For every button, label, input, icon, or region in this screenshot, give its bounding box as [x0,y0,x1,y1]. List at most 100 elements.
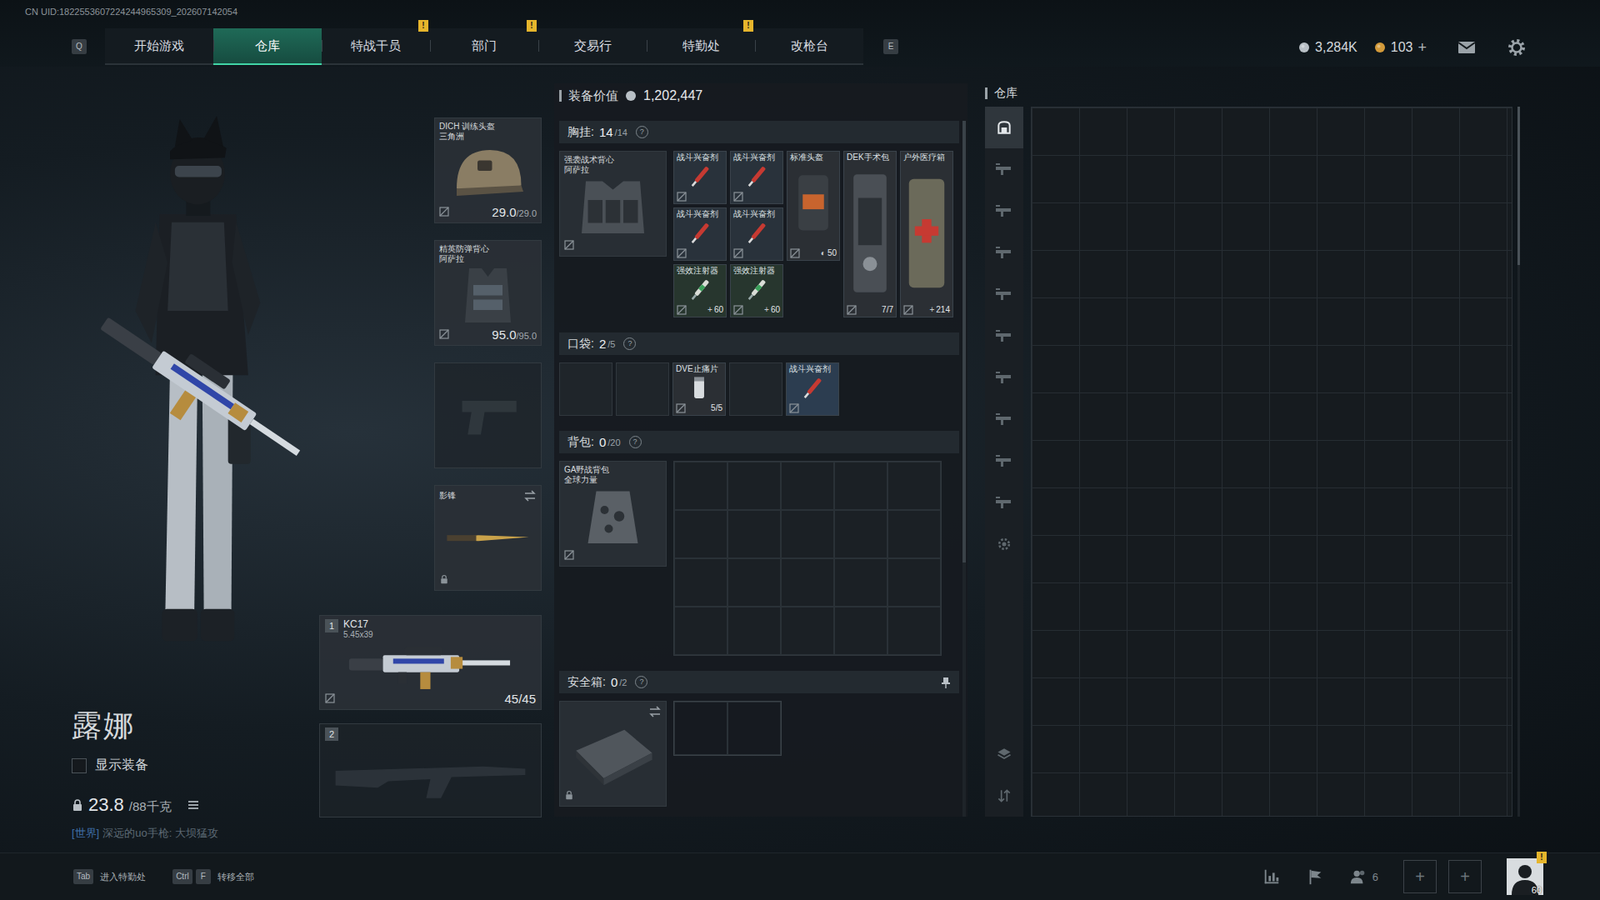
lock-icon [439,574,450,585]
help-button[interactable]: ? [623,337,636,350]
sort-button[interactable] [985,775,1024,817]
empty-slot[interactable] [674,701,728,755]
chat-line[interactable]: [世界]深远的uo手枪: 大坝猛攻 [71,825,320,841]
alert-badge: ! [1536,851,1547,864]
show-gear-checkbox[interactable]: 显示装备 [71,756,320,775]
weapon-category-icon [994,494,1015,511]
inventory-item[interactable]: 强效注射器+60 [673,264,727,318]
empty-slot[interactable] [729,362,783,416]
category-filter[interactable] [985,398,1024,440]
empty-slot[interactable] [887,558,941,607]
nav-tab[interactable]: 特战干员! [321,28,430,64]
weapon-slot[interactable]: 1KC175.45x3945/45 [319,615,542,710]
category-filter[interactable] [985,106,1024,149]
nav-tab[interactable]: 仓库 [213,28,322,65]
empty-slot[interactable] [727,606,781,655]
category-filter[interactable] [985,148,1024,190]
inventory-item[interactable]: 战斗兴奋剂 [673,207,727,261]
empty-slot[interactable] [834,606,888,655]
help-button[interactable]: ? [635,675,648,689]
safe-box-slot[interactable] [559,700,667,807]
nav-tab[interactable]: 改枪台 [755,28,864,64]
chest-rig-slot[interactable]: 强袭战术背心阿萨拉 [559,150,667,257]
inventory-item[interactable]: DEK手术包7/7 [843,150,897,318]
next-tab-key[interactable]: E [883,39,899,55]
empty-slot[interactable] [834,461,888,510]
backpack-slot[interactable]: GA野战背包全球力量 [559,460,667,567]
key-hint[interactable]: CtrlF转移全部 [172,865,261,888]
category-filter[interactable] [985,356,1024,399]
inventory-item[interactable]: 强效注射器+60 [730,264,784,318]
category-filter[interactable] [985,231,1024,274]
inventory-item[interactable]: 战斗兴奋剂 [785,362,840,416]
inventory-item[interactable]: DVE止痛片5/5 [672,362,726,416]
empty-slot[interactable] [727,510,781,559]
category-filter[interactable] [985,273,1024,315]
helmet-slot[interactable]: DICH 训练头盔三角洲29.0/29.0 [434,117,542,224]
warehouse-grid[interactable] [1030,106,1513,817]
pin-icon[interactable] [940,676,951,689]
nav-tab[interactable]: 部门! [430,28,539,64]
empty-slot[interactable] [887,510,941,559]
empty-slot[interactable] [780,606,835,655]
empty-slot[interactable] [559,362,613,416]
list-icon[interactable] [186,798,200,812]
warehouse-title: 仓库 [985,83,1520,104]
empty-slot[interactable] [887,606,941,655]
nav-tab[interactable]: 开始游戏 [105,28,214,64]
no-trade-icon [325,693,335,704]
swap-icon[interactable] [523,489,537,503]
empty-slot[interactable] [727,558,781,607]
category-filter[interactable] [985,440,1024,482]
category-filter[interactable] [985,481,1024,524]
empty-slot[interactable] [615,362,670,416]
inventory-item[interactable]: 标准头盔◐50 [786,150,840,261]
add-currency-button[interactable]: + [1417,39,1427,57]
stim-icon [786,374,839,403]
operator-figure[interactable] [75,91,317,675]
empty-slot[interactable] [727,461,781,510]
player-avatar[interactable]: 60! [1506,858,1544,895]
warehouse-scrollbar[interactable] [1517,106,1520,817]
category-filter[interactable] [985,315,1024,357]
inventory-item[interactable]: 户外医疗箱+214 [900,150,954,318]
empty-slot[interactable] [727,701,781,755]
layers-button[interactable] [985,733,1024,775]
category-filter[interactable] [985,190,1024,232]
help-button[interactable]: ? [635,125,649,139]
empty-slot[interactable] [834,558,888,607]
friends-button[interactable]: 6 [1349,867,1379,886]
pistol-slot[interactable] [434,362,542,469]
nav-tab[interactable]: 交易行 [538,28,647,64]
mail-icon[interactable] [1456,37,1477,58]
inventory-item[interactable]: 战斗兴奋剂 [730,207,784,261]
chest-rig-icon [564,175,662,238]
inventory-item[interactable]: 战斗兴奋剂 [673,150,727,205]
settings-filter[interactable] [985,523,1024,565]
help-button[interactable]: ? [629,435,642,449]
empty-slot[interactable] [674,558,728,607]
gear-icon[interactable] [1506,37,1527,58]
empty-slot[interactable] [674,510,728,559]
melee-slot[interactable]: 影锋 [434,485,542,591]
empty-slot[interactable] [834,510,888,559]
empty-slot[interactable] [674,461,728,510]
swap-icon[interactable] [648,705,662,719]
inventory-item[interactable]: 战斗兴奋剂 [730,150,784,205]
prev-tab-key[interactable]: Q [71,39,87,55]
flag-icon[interactable] [1305,867,1325,886]
stats-icon[interactable] [1262,867,1281,886]
weapon-slot[interactable]: 2 [319,723,542,818]
invite-button[interactable]: + [1403,860,1437,894]
empty-slot[interactable] [887,461,941,510]
armor-slot[interactable]: 精英防弹背心阿萨拉95.0/95.0 [434,240,542,346]
checkbox-box[interactable] [71,758,87,774]
empty-slot[interactable] [780,510,835,559]
key-hint[interactable]: Tab进入特勤处 [73,865,153,888]
empty-slot[interactable] [674,606,728,655]
empty-slot[interactable] [780,461,835,510]
loadout-scrollbar[interactable] [962,120,966,817]
nav-tab[interactable]: 特勤处! [646,28,755,64]
invite-button[interactable]: + [1448,860,1482,894]
empty-slot[interactable] [780,558,835,607]
